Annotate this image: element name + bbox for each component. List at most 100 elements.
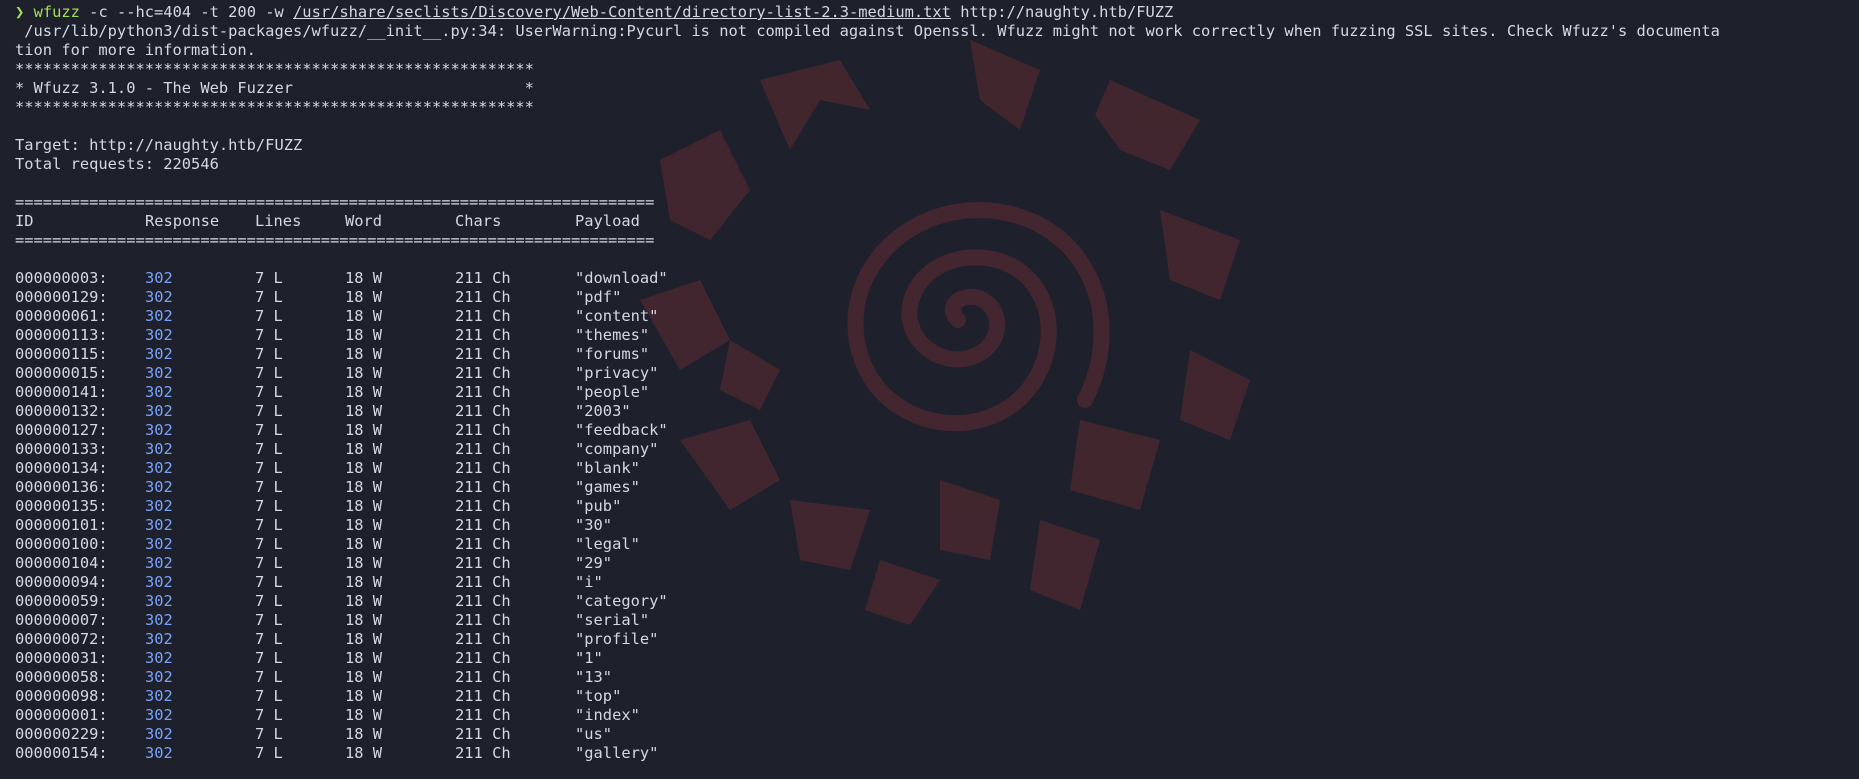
result-id: 000000104: [15, 554, 108, 572]
terminal-output: ❯ wfuzz -c --hc=404 -t 200 -w /usr/share… [15, 3, 1859, 763]
result-words: 18 W [345, 573, 383, 591]
result-words: 18 W [345, 402, 383, 420]
result-words: 18 W [345, 288, 383, 306]
result-response-code: 302 [145, 725, 173, 743]
result-response-code: 302 [145, 668, 173, 686]
result-chars: 211 Ch [455, 706, 511, 724]
result-chars: 211 Ch [455, 478, 511, 496]
result-lines: 7 L [255, 383, 283, 401]
warning-line-continued: tion for more information. [15, 41, 256, 59]
result-words: 18 W [345, 516, 383, 534]
result-words: 18 W [345, 630, 383, 648]
result-id: 000000229: [15, 725, 108, 743]
result-lines: 7 L [255, 649, 283, 667]
result-row: 000000136: 302 7 L 18 W 211 Ch "games" [15, 478, 1859, 497]
result-id: 000000113: [15, 326, 108, 344]
result-row: 000000127: 302 7 L 18 W 211 Ch "feedback" [15, 421, 1859, 440]
result-payload: "company" [575, 440, 659, 458]
result-payload: "themes" [575, 326, 650, 344]
result-words: 18 W [345, 687, 383, 705]
result-response-code: 302 [145, 307, 173, 325]
header-lines: Lines [255, 212, 302, 230]
terminal-window[interactable]: ❯ wfuzz -c --hc=404 -t 200 -w /usr/share… [0, 0, 1859, 779]
result-lines: 7 L [255, 326, 283, 344]
result-lines: 7 L [255, 364, 283, 382]
result-response-code: 302 [145, 573, 173, 591]
result-row: 000000154: 302 7 L 18 W 211 Ch "gallery" [15, 744, 1859, 763]
result-id: 000000134: [15, 459, 108, 477]
result-id: 000000015: [15, 364, 108, 382]
result-row: 000000104: 302 7 L 18 W 211 Ch "29" [15, 554, 1859, 573]
result-lines: 7 L [255, 554, 283, 572]
result-payload: "people" [575, 383, 650, 401]
result-words: 18 W [345, 649, 383, 667]
result-words: 18 W [345, 725, 383, 743]
result-words: 18 W [345, 592, 383, 610]
prompt-arrow-icon: ❯ [15, 3, 25, 21]
result-response-code: 302 [145, 535, 173, 553]
result-row: 000000001: 302 7 L 18 W 211 Ch "index" [15, 706, 1859, 725]
result-row: 000000058: 302 7 L 18 W 211 Ch "13" [15, 668, 1859, 687]
command-url: http://naughty.htb/FUZZ [950, 3, 1174, 21]
result-payload: "feedback" [575, 421, 668, 439]
banner-title: * Wfuzz 3.1.0 - The Web Fuzzer * [15, 79, 534, 97]
separator-top: ========================================… [15, 193, 655, 211]
result-lines: 7 L [255, 402, 283, 420]
result-response-code: 302 [145, 288, 173, 306]
result-row: 000000141: 302 7 L 18 W 211 Ch "people" [15, 383, 1859, 402]
result-row: 000000015: 302 7 L 18 W 211 Ch "privacy" [15, 364, 1859, 383]
result-chars: 211 Ch [455, 288, 511, 306]
result-words: 18 W [345, 706, 383, 724]
result-id: 000000154: [15, 744, 108, 762]
result-response-code: 302 [145, 326, 173, 344]
result-lines: 7 L [255, 630, 283, 648]
result-row: 000000059: 302 7 L 18 W 211 Ch "category" [15, 592, 1859, 611]
result-row: 000000100: 302 7 L 18 W 211 Ch "legal" [15, 535, 1859, 554]
result-chars: 211 Ch [455, 307, 511, 325]
result-lines: 7 L [255, 516, 283, 534]
result-words: 18 W [345, 497, 383, 515]
result-id: 000000115: [15, 345, 108, 363]
result-id: 000000007: [15, 611, 108, 629]
result-response-code: 302 [145, 611, 173, 629]
result-lines: 7 L [255, 345, 283, 363]
result-payload: "pdf" [575, 288, 622, 306]
result-lines: 7 L [255, 535, 283, 553]
target-line: Target: http://naughty.htb/FUZZ [15, 136, 303, 154]
result-lines: 7 L [255, 440, 283, 458]
header-payload: Payload [575, 212, 640, 230]
result-id: 000000072: [15, 630, 108, 648]
command-name: wfuzz [33, 3, 80, 21]
result-words: 18 W [345, 459, 383, 477]
wordlist-path: /usr/share/seclists/Discovery/Web-Conten… [293, 3, 951, 21]
result-lines: 7 L [255, 668, 283, 686]
result-response-code: 302 [145, 706, 173, 724]
result-chars: 211 Ch [455, 630, 511, 648]
result-id: 000000127: [15, 421, 108, 439]
result-response-code: 302 [145, 269, 173, 287]
result-lines: 7 L [255, 421, 283, 439]
result-response-code: 302 [145, 554, 173, 572]
result-words: 18 W [345, 611, 383, 629]
result-payload: "category" [575, 592, 668, 610]
warning-line: /usr/lib/python3/dist-packages/wfuzz/__i… [15, 22, 1720, 40]
total-requests-line: Total requests: 220546 [15, 155, 219, 173]
result-words: 18 W [345, 421, 383, 439]
result-chars: 211 Ch [455, 326, 511, 344]
results-header: ID Response Lines Word Chars Payload [15, 212, 1859, 231]
result-id: 000000132: [15, 402, 108, 420]
result-row: 000000132: 302 7 L 18 W 211 Ch "2003" [15, 402, 1859, 421]
result-id: 000000098: [15, 687, 108, 705]
result-payload: "13" [575, 668, 613, 686]
result-payload: "2003" [575, 402, 631, 420]
result-id: 000000003: [15, 269, 108, 287]
result-lines: 7 L [255, 497, 283, 515]
header-word: Word [345, 212, 383, 230]
header-chars: Chars [455, 212, 502, 230]
result-chars: 211 Ch [455, 611, 511, 629]
separator-bottom: ========================================… [15, 231, 655, 249]
result-payload: "serial" [575, 611, 650, 629]
